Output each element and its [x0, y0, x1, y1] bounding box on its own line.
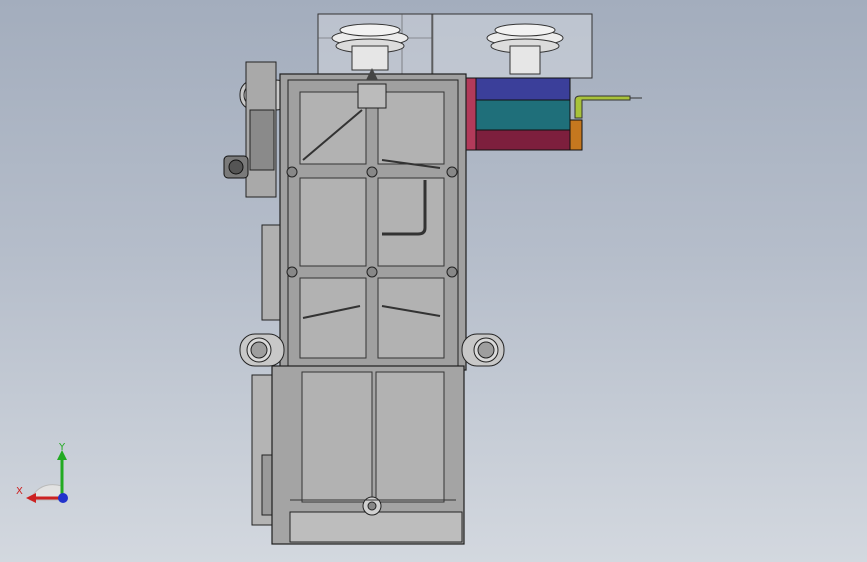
lower-housing — [271, 365, 465, 545]
x-axis-label: X — [16, 486, 23, 497]
z-axis-dot — [58, 493, 68, 503]
main-gearbox-housing — [279, 68, 467, 371]
cad-model-viewport[interactable] — [0, 0, 867, 562]
y-axis-label: Y — [59, 442, 66, 453]
stepper-motor — [461, 77, 642, 151]
coordinate-triad: X Y — [10, 438, 80, 508]
